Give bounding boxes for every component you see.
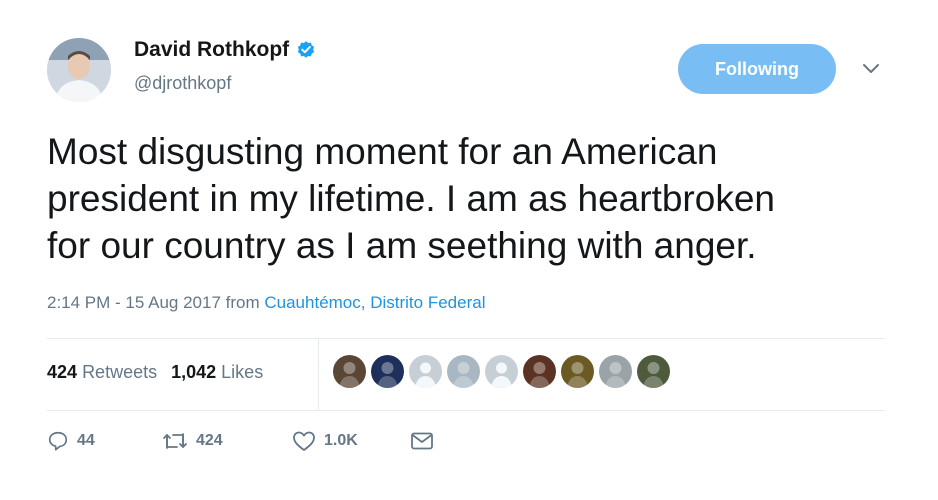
liker-avatars bbox=[333, 355, 670, 388]
reply-count: 44 bbox=[77, 432, 95, 449]
author-handle[interactable]: @djrothkopf bbox=[134, 73, 231, 94]
liker-avatar[interactable] bbox=[523, 355, 556, 388]
reply-icon bbox=[48, 431, 68, 451]
envelope-icon bbox=[411, 432, 433, 450]
reply-action[interactable]: 44 bbox=[47, 430, 162, 452]
retweet-count: 424 bbox=[196, 432, 223, 449]
tweet-text: Most disgusting moment for an American p… bbox=[47, 131, 775, 266]
heart-icon bbox=[293, 431, 315, 451]
default-avatar-icon bbox=[485, 355, 518, 388]
tweet-meta: 2:14 PM - 15 Aug 2017 from Cuauhtémoc, D… bbox=[47, 293, 485, 313]
retweet-icon bbox=[163, 433, 187, 449]
like-count: 1.0K bbox=[324, 432, 358, 449]
author-name[interactable]: David Rothkopf bbox=[134, 38, 289, 62]
user-photo-icon bbox=[447, 355, 480, 388]
retweets-label: Retweets bbox=[82, 362, 158, 382]
tweet-timestamp[interactable]: 2:14 PM - 15 Aug 2017 bbox=[47, 293, 221, 312]
from-label: from bbox=[225, 293, 260, 312]
likes-label: Likes bbox=[221, 362, 264, 382]
liker-avatar[interactable] bbox=[333, 355, 366, 388]
tweet-actions: 44 424 1.0K bbox=[47, 430, 434, 452]
liker-avatar[interactable] bbox=[599, 355, 632, 388]
default-avatar-icon bbox=[409, 355, 442, 388]
following-button[interactable]: Following bbox=[678, 44, 836, 94]
user-photo-icon bbox=[371, 355, 404, 388]
divider-bottom bbox=[47, 410, 885, 411]
like-action[interactable]: 1.0K bbox=[292, 430, 410, 452]
retweets-count: 424 bbox=[47, 362, 78, 382]
user-photo-icon bbox=[561, 355, 594, 388]
liker-avatar[interactable] bbox=[561, 355, 594, 388]
user-photo-icon bbox=[637, 355, 670, 388]
liker-avatar[interactable] bbox=[409, 355, 442, 388]
liker-avatar[interactable] bbox=[485, 355, 518, 388]
liker-avatar[interactable] bbox=[371, 355, 404, 388]
user-photo-icon bbox=[333, 355, 366, 388]
user-photo-icon bbox=[599, 355, 632, 388]
tweet-stats: 424 Retweets 1,042 Likes bbox=[47, 362, 263, 383]
direct-message-action[interactable] bbox=[410, 431, 434, 451]
verified-badge-icon bbox=[298, 41, 315, 58]
tweet-location-link[interactable]: Cuauhtémoc, Distrito Federal bbox=[264, 293, 485, 312]
profile-photo-icon bbox=[47, 38, 111, 102]
liker-avatar[interactable] bbox=[447, 355, 480, 388]
chevron-down-icon[interactable] bbox=[862, 62, 880, 76]
stats-separator bbox=[318, 338, 319, 410]
retweet-action[interactable]: 424 bbox=[162, 430, 292, 452]
liker-avatar[interactable] bbox=[637, 355, 670, 388]
likes-stat[interactable]: 1,042 Likes bbox=[171, 362, 263, 383]
divider-top bbox=[47, 338, 885, 339]
author-avatar[interactable] bbox=[47, 38, 111, 102]
likes-count: 1,042 bbox=[171, 362, 217, 382]
retweets-stat[interactable]: 424 Retweets bbox=[47, 362, 157, 383]
author-name-row[interactable]: David Rothkopf bbox=[134, 38, 316, 62]
user-photo-icon bbox=[523, 355, 556, 388]
